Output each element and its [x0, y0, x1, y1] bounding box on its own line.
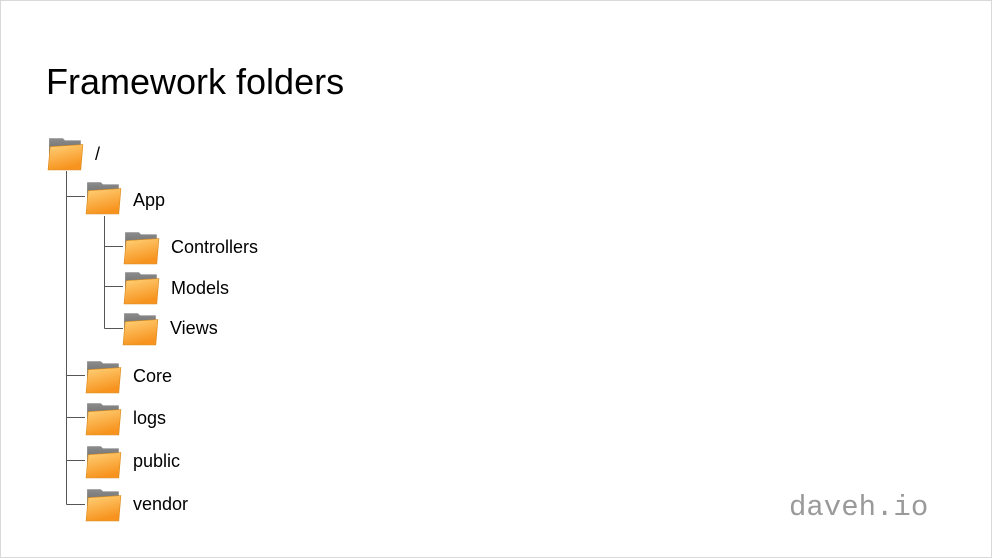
tree-node-label: Controllers [171, 237, 259, 257]
tree-node-label: Core [133, 366, 173, 386]
tree-node-label: vendor [133, 494, 189, 514]
folder-icon [85, 399, 123, 437]
tree-node-label: Views [170, 318, 218, 338]
folder-icon [85, 357, 123, 395]
page-title: Framework folders [46, 61, 345, 102]
tree-node-label: public [133, 451, 181, 471]
slide: Framework folders / App Controllers Mode… [0, 0, 992, 558]
folder-icon [47, 134, 85, 172]
folder-icon [85, 442, 123, 480]
tree-node-label: logs [133, 408, 167, 428]
folder-icon [123, 268, 161, 306]
folder-icon [85, 485, 123, 523]
watermark-text: daveh.io [789, 491, 929, 524]
tree-node-label: Models [171, 278, 230, 298]
folder-icon [85, 178, 123, 216]
folder-icon [122, 309, 160, 347]
tree-node-label: / [95, 144, 101, 164]
tree-node-label: App [133, 190, 166, 210]
folder-icon [123, 228, 161, 266]
